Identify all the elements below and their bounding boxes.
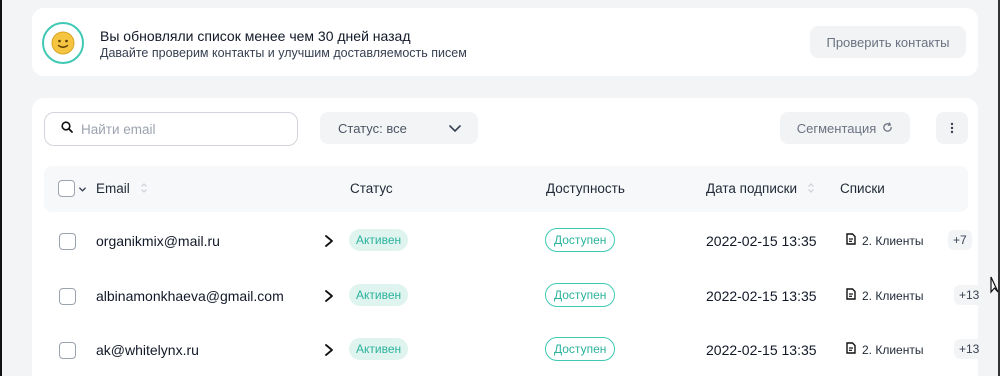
- header-subscribed-label: Дата подписки: [706, 181, 798, 196]
- status-badge: Активен: [349, 284, 409, 306]
- more-lists-badge[interactable]: +13: [954, 285, 985, 305]
- search-input[interactable]: [81, 121, 281, 137]
- update-notice-card: Вы обновляли список менее чем 30 дней на…: [32, 8, 978, 76]
- chevron-right-icon[interactable]: [323, 234, 335, 253]
- status-badge: Активен: [349, 338, 409, 360]
- chevron-right-icon[interactable]: [323, 343, 335, 362]
- refresh-icon: [882, 121, 893, 136]
- table-row[interactable]: organikmix@mail.ru Активен Доступен 2022…: [44, 214, 972, 268]
- list-doc-icon: [846, 342, 856, 357]
- row-email[interactable]: ak@whitelynx.ru: [96, 342, 199, 358]
- availability-badge: Доступен: [545, 283, 616, 307]
- status-filter-label: Статус: все: [338, 120, 407, 136]
- sort-icon: [140, 182, 148, 197]
- chevron-right-icon[interactable]: [323, 289, 335, 308]
- segmentation-button[interactable]: Сегментация: [780, 112, 910, 144]
- list-chip[interactable]: 2. Клиенты: [846, 233, 923, 248]
- more-lists-badge[interactable]: +7: [948, 230, 972, 250]
- select-menu-chevron-icon[interactable]: [78, 181, 87, 199]
- row-email[interactable]: albinamonkhaeva@gmail.com: [96, 288, 284, 304]
- list-name: 2. Клиенты: [862, 342, 924, 357]
- table-row[interactable]: albinamonkhaeva@gmail.com Активен Доступ…: [44, 269, 985, 323]
- more-vertical-icon[interactable]: [936, 112, 968, 144]
- header-status: Статус: [350, 181, 393, 196]
- row-subscribed-date: 2022-02-15 13:35: [706, 342, 817, 358]
- search-icon: [61, 120, 73, 138]
- sort-icon: [807, 182, 815, 197]
- chevron-down-icon: [448, 121, 462, 138]
- availability-badge: Доступен: [545, 228, 616, 252]
- notice-subtitle: Давайте проверим контакты и улучшим дост…: [100, 46, 467, 60]
- smiley-emoji-icon: [42, 22, 84, 64]
- list-doc-icon: [846, 288, 856, 303]
- availability-badge: Доступен: [545, 337, 616, 361]
- list-name: 2. Клиенты: [862, 233, 924, 248]
- table-header: Email Статус Доступность Дата подписки С…: [44, 166, 968, 212]
- list-doc-icon: [846, 233, 856, 248]
- header-email-label: Email: [96, 181, 130, 196]
- window-border-left: [0, 0, 2, 376]
- list-chip[interactable]: 2. Клиенты: [846, 288, 923, 303]
- check-contacts-button[interactable]: Проверить контакты: [810, 26, 966, 58]
- row-email[interactable]: organikmix@mail.ru: [96, 233, 220, 249]
- header-lists: Списки: [840, 181, 885, 196]
- more-lists-badge[interactable]: +13: [954, 339, 985, 359]
- select-all-checkbox[interactable]: [58, 180, 75, 197]
- search-field[interactable]: [44, 112, 298, 146]
- status-badge: Активен: [349, 229, 409, 251]
- header-email[interactable]: Email: [96, 181, 148, 197]
- list-chip[interactable]: 2. Клиенты: [846, 342, 923, 357]
- contacts-table-card: Статус: все Сегментация Email: [32, 98, 985, 376]
- list-name: 2. Клиенты: [862, 288, 924, 303]
- row-checkbox[interactable]: [59, 288, 76, 305]
- table-row[interactable]: ak@whitelynx.ru Активен Доступен 2022-02…: [44, 323, 985, 376]
- status-filter-select[interactable]: Статус: все: [320, 112, 478, 144]
- row-checkbox[interactable]: [59, 233, 76, 250]
- row-subscribed-date: 2022-02-15 13:35: [706, 233, 817, 249]
- row-subscribed-date: 2022-02-15 13:35: [706, 288, 817, 304]
- row-checkbox[interactable]: [59, 342, 76, 359]
- header-subscribed[interactable]: Дата подписки: [706, 181, 815, 197]
- segmentation-label: Сегментация: [796, 120, 877, 136]
- notice-title: Вы обновляли список менее чем 30 дней на…: [100, 28, 411, 44]
- mouse-cursor-icon: [990, 276, 999, 299]
- header-availability: Доступность: [546, 181, 625, 196]
